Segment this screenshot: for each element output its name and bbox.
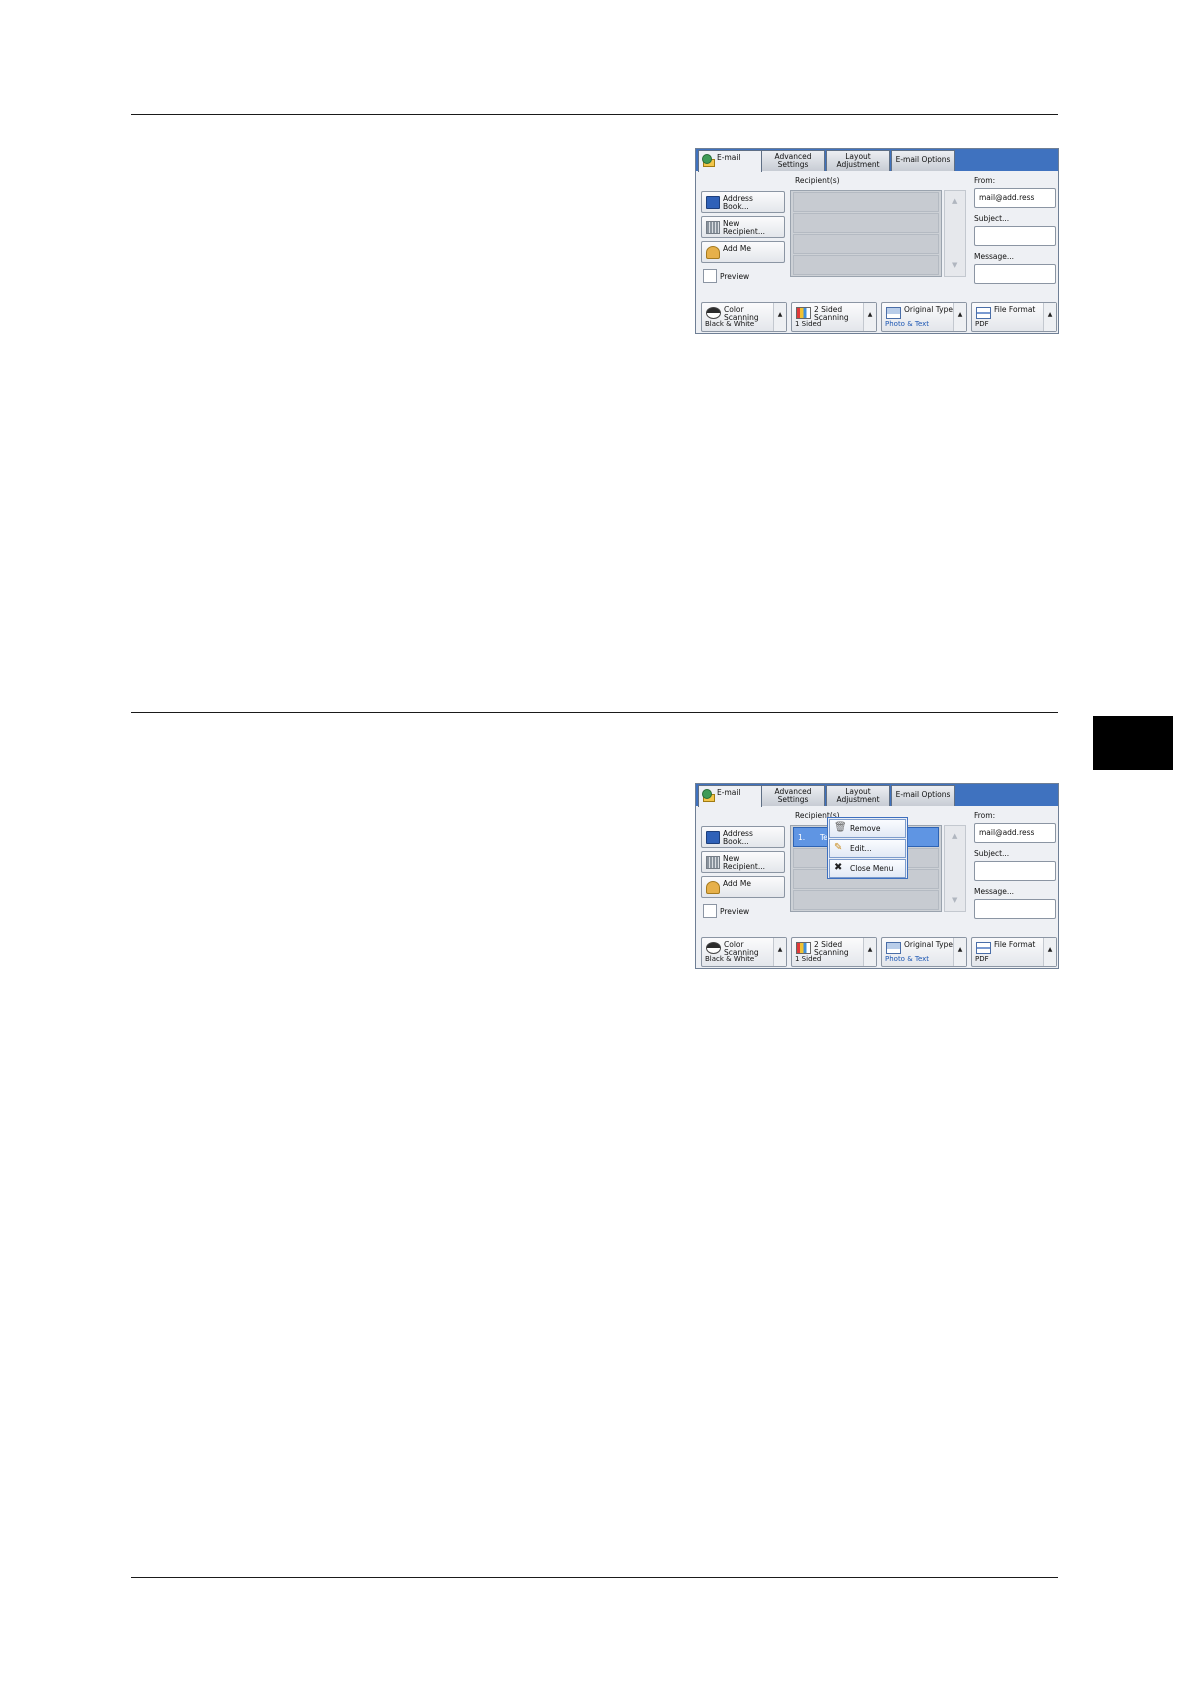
preview-checkbox[interactable] [703, 904, 717, 918]
close-menu-item[interactable]: ✖ Close Menu [829, 859, 906, 878]
tab-layout-adjustment[interactable]: Layout Adjustment [826, 785, 890, 806]
new-recipient-button[interactable]: New Recipient... [701, 851, 785, 873]
original-type-button[interactable]: Original Type Photo & Text ▲ [881, 302, 967, 332]
file-format-button[interactable]: File Format PDF ▲ [971, 937, 1057, 967]
chevron-up-icon[interactable]: ▲ [863, 303, 876, 331]
middle-rule [131, 712, 1058, 713]
tab-email-options[interactable]: E-mail Options [891, 150, 955, 171]
recipient-scrollbar[interactable]: ▲ ▼ [944, 825, 966, 912]
tab-advanced-settings[interactable]: Advanced Settings [761, 150, 825, 171]
message-field[interactable] [974, 264, 1056, 284]
bottom-rule [131, 1577, 1058, 1578]
recipient-scrollbar[interactable]: ▲ ▼ [944, 190, 966, 277]
scroll-up-icon[interactable]: ▲ [952, 832, 957, 840]
scroll-down-icon[interactable]: ▼ [952, 261, 957, 269]
edit-menu-item[interactable]: ✎ Edit... [829, 839, 906, 858]
chevron-up-icon[interactable]: ▲ [1043, 303, 1056, 331]
recipient-list[interactable] [790, 190, 942, 277]
tab-bar: E-mail Advanced Settings Layout Adjustme… [696, 784, 1058, 807]
subject-label[interactable]: Subject... [974, 214, 1009, 223]
original-type-icon [886, 942, 901, 954]
list-item[interactable] [793, 255, 939, 275]
edit-icon: ✎ [834, 842, 843, 853]
top-rule [131, 114, 1058, 115]
list-item[interactable] [793, 213, 939, 233]
list-item[interactable] [793, 890, 939, 910]
chevron-up-icon[interactable]: ▲ [953, 303, 966, 331]
add-me-button[interactable]: Add Me [701, 241, 785, 263]
from-field[interactable]: mail@add.ress [974, 823, 1056, 843]
original-type-button[interactable]: Original Type Photo & Text ▲ [881, 937, 967, 967]
recipients-label: Recipient(s) [795, 176, 840, 185]
message-label[interactable]: Message... [974, 887, 1014, 896]
address-book-button[interactable]: Address Book... [701, 191, 785, 213]
file-format-icon [976, 307, 991, 319]
two-sided-scanning-button[interactable]: 2 Sided Scanning 1 Sided ▲ [791, 302, 877, 332]
keyboard-icon [706, 221, 720, 234]
two-sided-scanning-button[interactable]: 2 Sided Scanning 1 Sided ▲ [791, 937, 877, 967]
person-icon [706, 246, 720, 259]
two-sided-icon [796, 942, 811, 954]
scroll-down-icon[interactable]: ▼ [952, 896, 957, 904]
chevron-up-icon[interactable]: ▲ [1043, 938, 1056, 966]
tab-bar: E-mail Advanced Settings Layout Adjustme… [696, 149, 1058, 172]
from-label: From: [974, 811, 996, 820]
subject-field[interactable] [974, 226, 1056, 246]
file-format-button[interactable]: File Format PDF ▲ [971, 302, 1057, 332]
keyboard-icon [706, 856, 720, 869]
globe-envelope-icon [702, 789, 716, 802]
original-type-icon [886, 307, 901, 319]
email-screen-1: E-mail Advanced Settings Layout Adjustme… [695, 148, 1059, 334]
scroll-up-icon[interactable]: ▲ [952, 197, 957, 205]
close-icon: ✖ [834, 862, 843, 873]
remove-menu-item[interactable]: 🗑 Remove [829, 819, 906, 838]
from-field[interactable]: mail@add.ress [974, 188, 1056, 208]
trash-icon: 🗑 [834, 822, 847, 833]
subject-label[interactable]: Subject... [974, 849, 1009, 858]
two-sided-icon [796, 307, 811, 319]
recipient-context-menu: 🗑 Remove ✎ Edit... ✖ Close Menu [827, 817, 908, 879]
email-screen-2: E-mail Advanced Settings Layout Adjustme… [695, 783, 1059, 969]
tab-advanced-settings[interactable]: Advanced Settings [761, 785, 825, 806]
chapter-tab [1093, 716, 1173, 770]
add-me-button[interactable]: Add Me [701, 876, 785, 898]
address-book-icon [706, 831, 720, 844]
address-book-button[interactable]: Address Book... [701, 826, 785, 848]
message-field[interactable] [974, 899, 1056, 919]
preview-label: Preview [720, 272, 750, 281]
color-scanning-button[interactable]: Color Scanning Black & White ▲ [701, 937, 787, 967]
address-book-icon [706, 196, 720, 209]
list-item[interactable] [793, 192, 939, 212]
message-label[interactable]: Message... [974, 252, 1014, 261]
person-icon [706, 881, 720, 894]
tab-layout-adjustment[interactable]: Layout Adjustment [826, 150, 890, 171]
preview-label: Preview [720, 907, 750, 916]
color-scanning-button[interactable]: Color Scanning Black & White ▲ [701, 302, 787, 332]
chevron-up-icon[interactable]: ▲ [773, 938, 786, 966]
color-scanning-icon [706, 942, 721, 954]
chevron-up-icon[interactable]: ▲ [863, 938, 876, 966]
chevron-up-icon[interactable]: ▲ [953, 938, 966, 966]
new-recipient-button[interactable]: New Recipient... [701, 216, 785, 238]
globe-envelope-icon [702, 154, 716, 167]
list-item[interactable] [793, 234, 939, 254]
subject-field[interactable] [974, 861, 1056, 881]
tab-email[interactable]: E-mail [698, 785, 762, 807]
recipient-number: 1. [798, 833, 806, 842]
chevron-up-icon[interactable]: ▲ [773, 303, 786, 331]
preview-checkbox[interactable] [703, 269, 717, 283]
from-label: From: [974, 176, 996, 185]
file-format-icon [976, 942, 991, 954]
color-scanning-icon [706, 307, 721, 319]
tab-email-options[interactable]: E-mail Options [891, 785, 955, 806]
tab-email[interactable]: E-mail [698, 150, 762, 172]
